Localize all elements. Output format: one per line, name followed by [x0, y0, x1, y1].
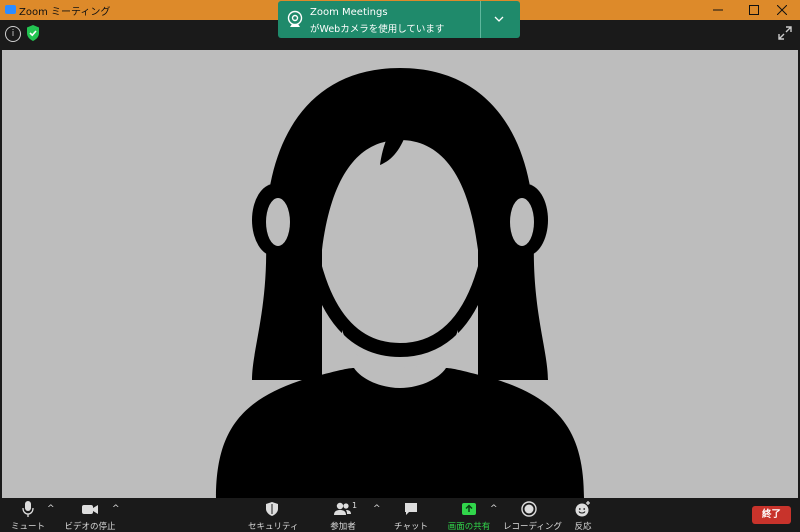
shield-icon[interactable]: [25, 24, 41, 42]
record-icon: [521, 501, 537, 517]
close-icon: [777, 5, 787, 15]
participants-options-caret[interactable]: ^: [373, 504, 381, 514]
participant-avatar: [216, 68, 584, 498]
share-screen-button[interactable]: 画面の共有: [444, 500, 494, 532]
webcam-icon: [287, 10, 303, 27]
mute-label: ミュート: [10, 522, 45, 532]
microphone-icon: [22, 501, 34, 517]
share-screen-label: 画面の共有: [447, 522, 491, 532]
notification-divider: [480, 1, 481, 38]
participants-label: 参加者: [330, 522, 356, 532]
zoom-app-icon: [5, 5, 16, 14]
mute-button[interactable]: ミュート: [8, 500, 48, 532]
chat-icon: [405, 503, 417, 515]
reactions-button[interactable]: 反応: [568, 500, 598, 532]
video-options-caret[interactable]: ^: [112, 504, 120, 514]
security-label: セキュリティ: [248, 522, 299, 532]
record-button[interactable]: レコーディング: [503, 500, 562, 532]
stop-video-label: ビデオの停止: [64, 522, 116, 532]
video-area: [2, 50, 798, 498]
chat-label: チャット: [394, 522, 428, 532]
fullscreen-icon[interactable]: [778, 26, 792, 40]
security-button[interactable]: セキュリティ: [248, 500, 299, 532]
audio-options-caret[interactable]: ^: [47, 504, 55, 514]
reaction-icon: [575, 501, 590, 517]
notification-message: がWebカメラを使用しています: [310, 24, 445, 35]
participants-count: 1: [352, 501, 358, 510]
minimize-icon: [713, 9, 723, 11]
window-title: Zoom ミーティング: [19, 7, 111, 18]
participants-icon: [334, 502, 351, 515]
record-label: レコーディング: [503, 522, 562, 532]
minimize-button[interactable]: [700, 0, 736, 20]
security-shield-icon: [266, 502, 278, 516]
chat-button[interactable]: チャット: [393, 500, 429, 532]
notification-title: Zoom Meetings: [310, 7, 388, 18]
webcam-notification[interactable]: Zoom Meetings がWebカメラを使用しています: [278, 1, 520, 38]
video-camera-icon: [82, 505, 98, 514]
end-meeting-button[interactable]: 終了: [752, 506, 791, 524]
close-button[interactable]: [764, 0, 800, 20]
share-options-caret[interactable]: ^: [490, 504, 498, 514]
info-icon[interactable]: i: [5, 26, 21, 42]
stop-video-button[interactable]: ビデオの停止: [64, 500, 116, 532]
share-screen-icon: [462, 503, 476, 515]
reactions-label: 反応: [574, 522, 592, 532]
chevron-down-icon[interactable]: [492, 12, 506, 26]
maximize-icon: [749, 5, 759, 15]
